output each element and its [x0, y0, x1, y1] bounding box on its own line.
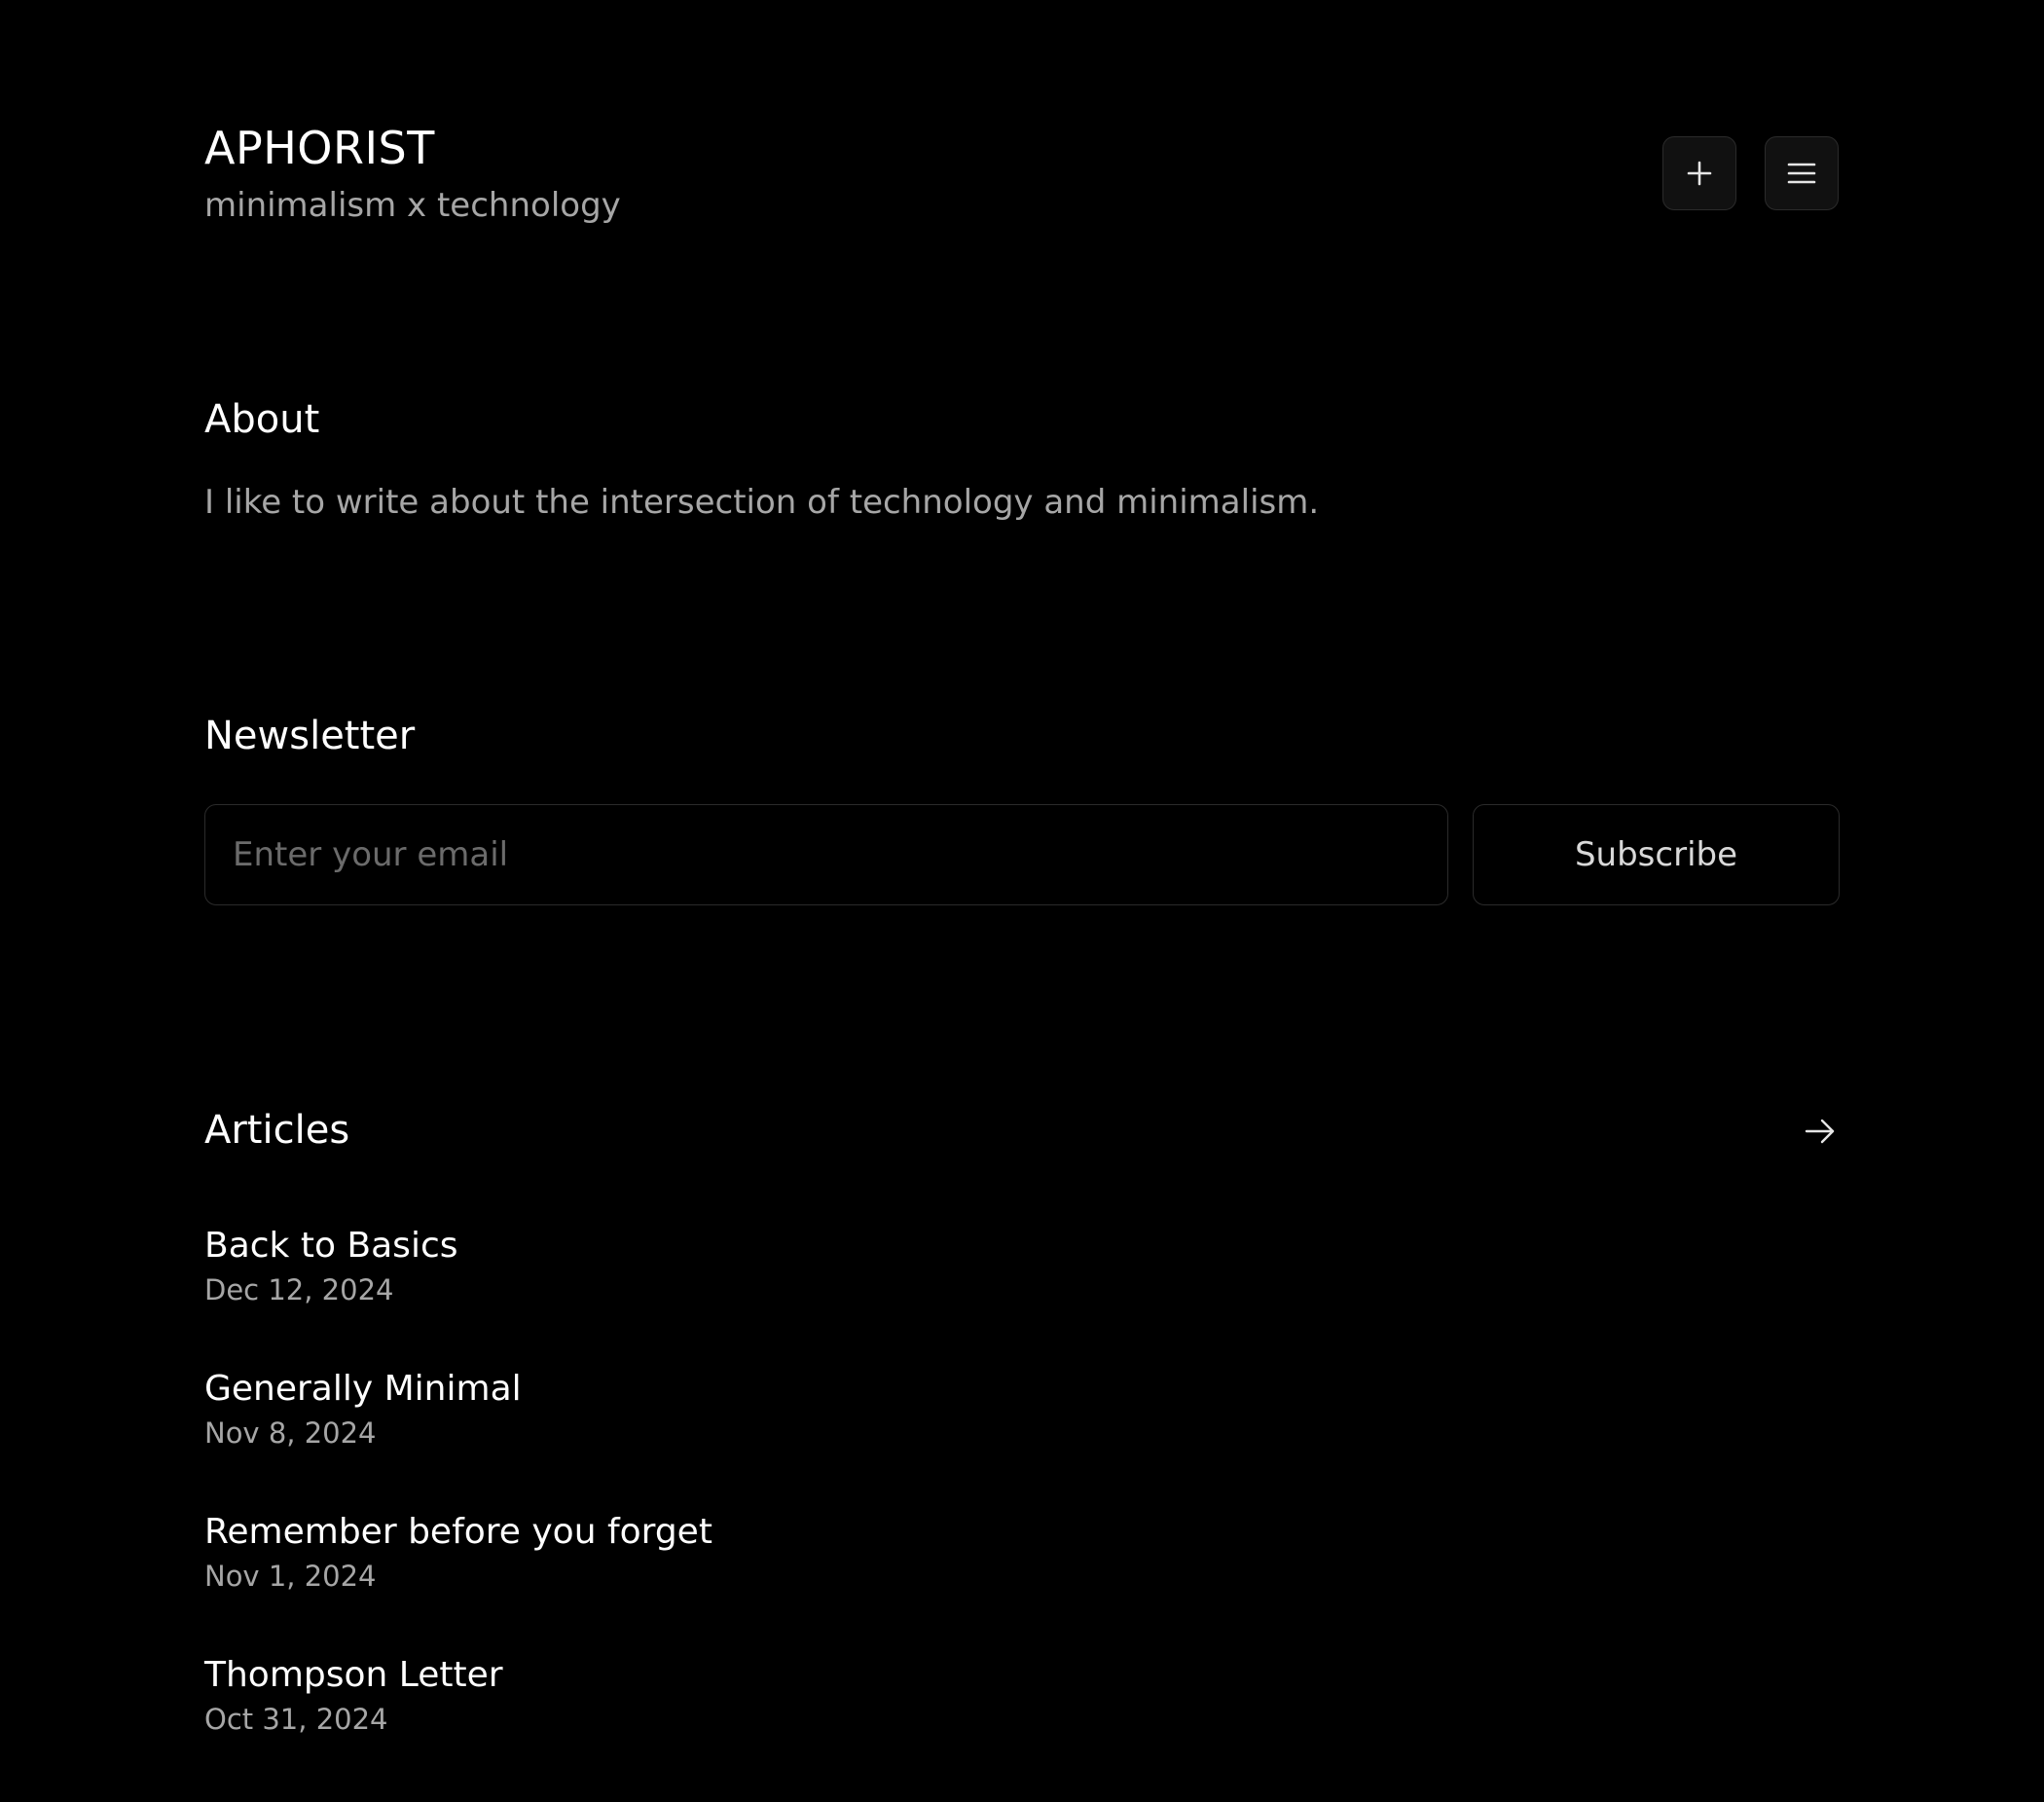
plus-icon — [1687, 161, 1712, 186]
article-date: Nov 8, 2024 — [204, 1416, 377, 1450]
newsletter-heading: Newsletter — [204, 714, 416, 758]
articles-heading: Articles — [204, 1108, 350, 1153]
article-date: Nov 1, 2024 — [204, 1560, 377, 1593]
article-item[interactable]: Remember before you forget Nov 1, 2024 — [204, 1509, 1840, 1652]
article-date: Oct 31, 2024 — [204, 1703, 388, 1736]
email-input[interactable] — [204, 804, 1448, 905]
article-date: Dec 12, 2024 — [204, 1273, 394, 1306]
article-title[interactable]: Thompson Letter — [204, 1652, 1840, 1699]
arrow-right-icon — [1805, 1119, 1835, 1144]
subscribe-button[interactable]: Subscribe — [1473, 804, 1840, 905]
article-item[interactable]: Generally Minimal Nov 8, 2024 — [204, 1366, 1840, 1509]
menu-icon — [1787, 163, 1816, 184]
site-tagline: minimalism x technology — [204, 186, 621, 225]
article-list: Back to Basics Dec 12, 2024 Generally Mi… — [204, 1223, 1840, 1795]
about-text: I like to write about the intersection o… — [204, 483, 1320, 522]
menu-button[interactable] — [1765, 136, 1839, 210]
site-header: APHORIST minimalism x technology — [204, 121, 1840, 238]
article-title[interactable]: Back to Basics — [204, 1223, 1840, 1269]
new-post-button[interactable] — [1662, 136, 1736, 210]
article-item[interactable]: Back to Basics Dec 12, 2024 — [204, 1223, 1840, 1366]
view-all-articles-button[interactable] — [1801, 1112, 1840, 1151]
article-title[interactable]: Remember before you forget — [204, 1509, 1840, 1556]
article-item[interactable]: Thompson Letter Oct 31, 2024 — [204, 1652, 1840, 1795]
article-title[interactable]: Generally Minimal — [204, 1366, 1840, 1413]
site-title[interactable]: APHORIST — [204, 121, 435, 175]
about-heading: About — [204, 397, 320, 442]
